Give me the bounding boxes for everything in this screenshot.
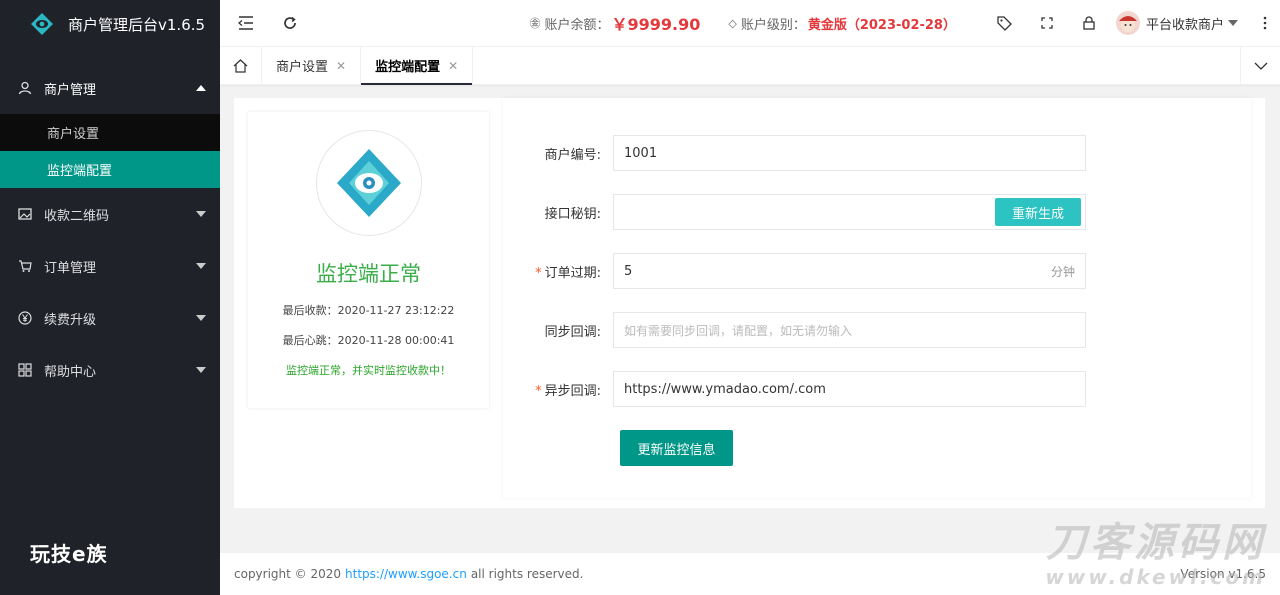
- brand-footer: 玩技e族: [30, 542, 108, 566]
- eye-logo-icon: [336, 149, 401, 217]
- required-mark: *: [535, 265, 542, 281]
- sidebar-item-label: 收款二维码: [44, 208, 110, 224]
- caret-down-icon: [196, 211, 206, 217]
- balance-value: ￥9999.90: [611, 15, 701, 34]
- username: 平台收款商户: [1145, 17, 1224, 33]
- caret-up-icon: [196, 85, 206, 91]
- secret-field[interactable]: 重新生成: [613, 194, 1086, 230]
- close-icon[interactable]: ✕: [448, 59, 458, 73]
- expire-label: * 订单过期:: [503, 262, 613, 281]
- update-monitor-button[interactable]: 更新监控信息: [620, 430, 733, 466]
- diamond-icon: ◇: [728, 16, 737, 30]
- more-vertical-icon[interactable]: [1250, 16, 1280, 30]
- submenu-merchant: 商户设置 监控端配置: [0, 114, 220, 188]
- refresh-icon[interactable]: [280, 13, 300, 33]
- version-text: Version v1.6.5: [1180, 567, 1266, 581]
- expire-value: 5: [624, 263, 633, 279]
- sync-callback-row: 同步回调: 如有需要同步回调，请配置，如无请勿输入: [503, 312, 1086, 348]
- account-balance: ㊎ 账户余额： ￥9999.90: [529, 11, 700, 35]
- last-payment-time: 最后收款：2020-11-27 23:12:22: [282, 304, 455, 317]
- tab-label: 监控端配置: [375, 60, 441, 75]
- regenerate-button[interactable]: 重新生成: [995, 198, 1081, 226]
- footer-link[interactable]: https://www.sgoe.cn: [345, 567, 467, 581]
- app-logo[interactable]: 商户管理后台v1.6.5: [0, 0, 220, 48]
- merchant-id-field[interactable]: 1001: [613, 135, 1086, 171]
- sidebar: 商户管理后台v1.6.5 商户管理 商户设置 监控端配置 收款二维码 订单管理: [0, 0, 220, 595]
- sidebar-menu: 商户管理 商户设置 监控端配置 收款二维码 订单管理 续费升级 帮助中心: [0, 62, 220, 396]
- async-callback-field[interactable]: https://www.ymadao.com/.com: [613, 371, 1086, 407]
- sidebar-item-label: 订单管理: [44, 260, 97, 276]
- grid-icon: [18, 363, 32, 377]
- sidebar-item-merchant-settings[interactable]: 商户设置: [0, 114, 220, 151]
- app-title: 商户管理后台v1.6.5: [68, 15, 206, 34]
- sidebar-item-label: 帮助中心: [44, 364, 97, 380]
- monitor-config-form: 商户编号: 1001 接口秘钥: 重新生成 * 订单过期: 5 分钟 同步回调: …: [503, 98, 1251, 498]
- yen-icon: [18, 311, 32, 325]
- caret-down-icon: [196, 315, 206, 321]
- secret-row: 接口秘钥: 重新生成: [503, 194, 1086, 230]
- async-callback-row: * 异步回调: https://www.ymadao.com/.com: [503, 371, 1086, 407]
- sync-callback-label: 同步回调:: [544, 324, 601, 340]
- secret-label: 接口秘钥:: [544, 206, 601, 222]
- tag-icon[interactable]: [984, 0, 1026, 46]
- caret-down-icon: [196, 263, 206, 269]
- level-label: 账户级别：: [740, 17, 806, 33]
- avatar: [1115, 11, 1140, 35]
- expire-suffix: 分钟: [1050, 264, 1075, 279]
- menu-toggle-icon[interactable]: [236, 13, 256, 33]
- level-value: 黄金版（2023-02-28）: [807, 17, 956, 33]
- tab-merchant-settings[interactable]: 商户设置 ✕: [262, 47, 362, 84]
- lock-icon[interactable]: [1068, 0, 1110, 46]
- user-menu[interactable]: 平台收款商户: [1115, 11, 1238, 35]
- sidebar-item-monitor-config[interactable]: 监控端配置: [0, 151, 220, 188]
- tab-label: 商户设置: [276, 60, 329, 75]
- sidebar-item-help[interactable]: 帮助中心: [0, 344, 220, 396]
- fullscreen-icon[interactable]: [1026, 0, 1068, 46]
- monitor-status-card: 监控端正常 最后收款：2020-11-27 23:12:22 最后心跳：2020…: [248, 112, 489, 408]
- yen-circle-icon: ㊎: [529, 17, 541, 30]
- copyright-text: copyright © 2020: [234, 567, 342, 581]
- required-mark: *: [535, 383, 542, 399]
- expire-row: * 订单过期: 5 分钟: [503, 253, 1086, 289]
- image-icon: [18, 207, 32, 221]
- monitor-status-title: 监控端正常: [316, 262, 421, 286]
- close-icon[interactable]: ✕: [336, 59, 346, 73]
- footer: copyright © 2020 https://www.sgoe.cn all…: [220, 553, 1280, 595]
- home-icon[interactable]: [220, 47, 262, 84]
- sidebar-item-renew[interactable]: 续费升级: [0, 292, 220, 344]
- rights-text: all rights reserved.: [470, 567, 584, 581]
- balance-label: 账户余额：: [544, 17, 610, 33]
- async-label-text: 异步回调:: [544, 383, 601, 399]
- sidebar-item-merchant[interactable]: 商户管理: [0, 62, 220, 114]
- merchant-id-row: 商户编号: 1001: [503, 135, 1086, 171]
- sidebar-item-label: 商户管理: [44, 82, 97, 98]
- cart-icon: [18, 259, 32, 273]
- expire-field[interactable]: 5 分钟: [613, 253, 1086, 289]
- sidebar-item-qrcode[interactable]: 收款二维码: [0, 188, 220, 240]
- expire-label-text: 订单过期:: [544, 265, 601, 281]
- monitor-logo: [315, 130, 422, 236]
- last-heartbeat-time: 最后心跳：2020-11-28 00:00:41: [282, 334, 455, 347]
- eye-logo-icon: [31, 13, 53, 35]
- chevron-down-icon[interactable]: [1240, 47, 1280, 84]
- caret-down-icon: [196, 367, 206, 373]
- merchant-id-label: 商户编号:: [544, 147, 601, 163]
- sidebar-item-label: 续费升级: [44, 312, 97, 328]
- account-level: ◇ 账户级别： 黄金版（2023-02-28）: [728, 14, 956, 33]
- user-icon: [18, 81, 32, 95]
- sidebar-item-orders[interactable]: 订单管理: [0, 240, 220, 292]
- tab-bar: 商户设置 ✕ 监控端配置 ✕: [220, 47, 1280, 85]
- tab-monitor-config[interactable]: 监控端配置 ✕: [361, 47, 474, 85]
- async-callback-label: * 异步回调:: [503, 380, 613, 399]
- caret-down-icon: [1228, 20, 1238, 26]
- top-header: ㊎ 账户余额： ￥9999.90 ◇ 账户级别： 黄金版（2023-02-28）…: [220, 0, 1280, 47]
- sync-callback-field[interactable]: 如有需要同步回调，请配置，如无请勿输入: [613, 312, 1086, 348]
- monitor-ok-message: 监控端正常，并实时监控收款中！: [286, 364, 451, 377]
- main-content: 监控端正常 最后收款：2020-11-27 23:12:22 最后心跳：2020…: [234, 98, 1265, 508]
